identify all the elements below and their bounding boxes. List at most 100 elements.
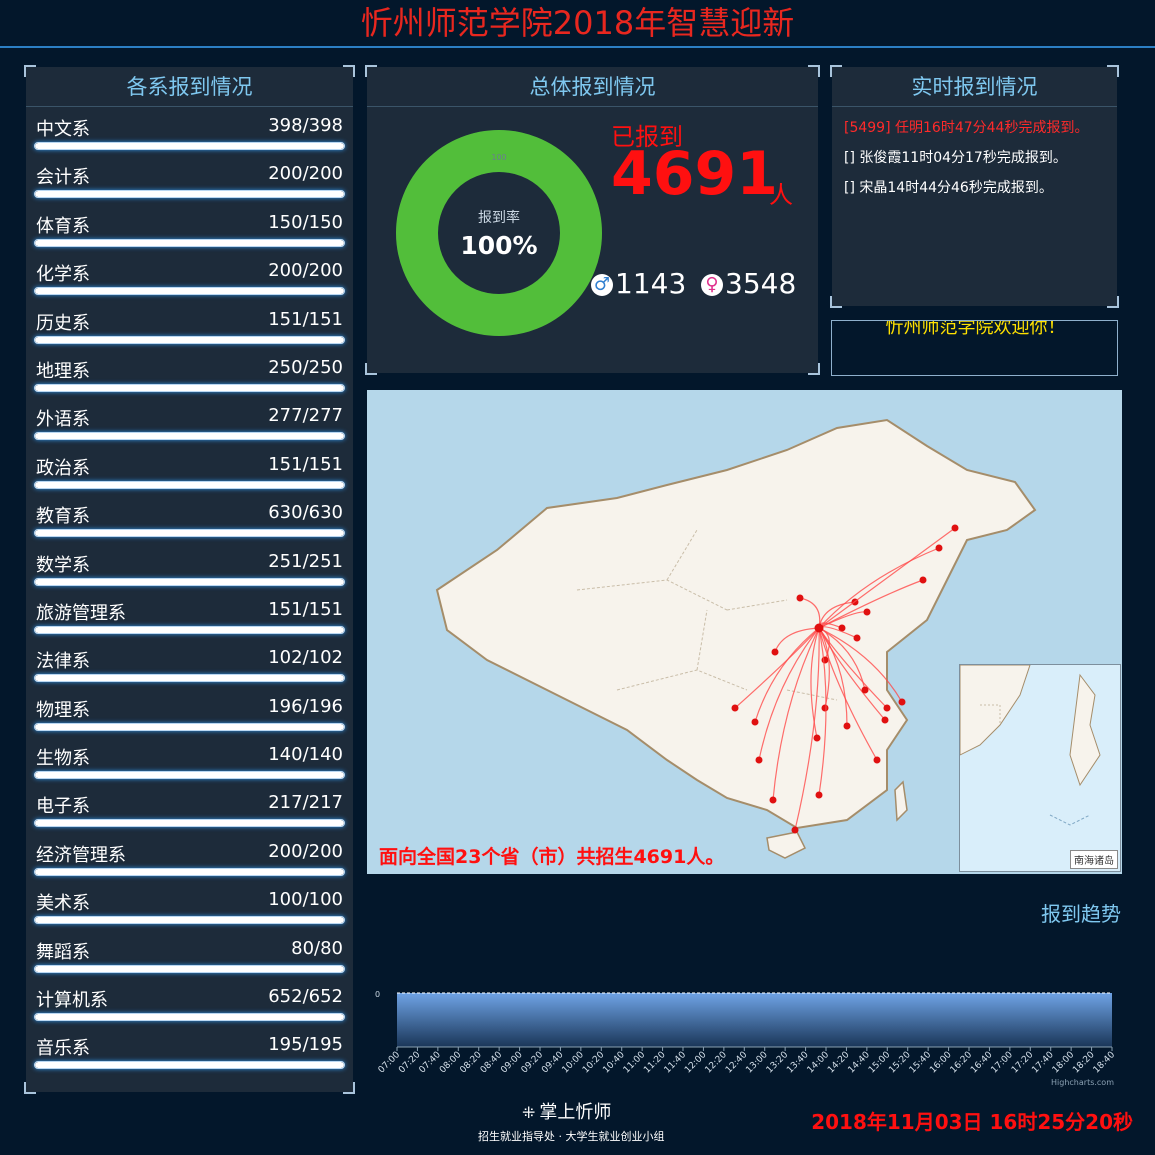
x-tick-label: 08:20 — [458, 1050, 484, 1076]
department-progress-bar — [34, 190, 345, 199]
department-count: 250/250 — [268, 356, 343, 378]
departments-panel: 各系报到情况 中文系 398/398 会计系 200/200 体育系 150/150 化学系… — [24, 65, 355, 1094]
city-marker — [873, 756, 881, 764]
x-tick-label: 15:40 — [908, 1050, 934, 1076]
city-marker — [843, 722, 851, 730]
department-row: 地理系 250/250 — [34, 349, 345, 397]
x-tick-label: 10:40 — [601, 1050, 627, 1076]
donut-value: 100% — [460, 231, 538, 260]
department-row: 教育系 630/630 — [34, 494, 345, 542]
department-name: 舞蹈系 — [36, 941, 90, 963]
x-tick-label: 08:00 — [438, 1050, 464, 1076]
realtime-entry: [] 张俊霞11时04分17秒完成报到。 — [844, 150, 1067, 166]
department-row: 数学系 251/251 — [34, 543, 345, 591]
department-row: 物理系 196/196 — [34, 688, 345, 736]
male-icon: ♂ — [591, 274, 613, 296]
city-marker — [898, 698, 906, 706]
department-progress-bar — [34, 432, 345, 441]
x-tick-label: 07:00 — [377, 1050, 403, 1076]
city-marker — [771, 648, 779, 656]
x-tick-label: 09:40 — [540, 1050, 566, 1076]
department-row: 化学系 200/200 — [34, 252, 345, 300]
department-progress-bar — [34, 529, 345, 538]
inset-label: 南海诸岛 — [1070, 850, 1118, 869]
china-map-panel[interactable]: 南海诸岛 面向全国23个省（市）共招生4691人。 — [367, 390, 1122, 874]
department-name: 化学系 — [36, 264, 90, 286]
department-count: 195/195 — [268, 1034, 343, 1056]
trend-area — [397, 993, 1112, 1047]
department-progress-bar — [34, 916, 345, 925]
department-name: 外语系 — [36, 409, 90, 431]
city-marker — [751, 718, 759, 726]
footer-brand-text: 掌上忻师 — [539, 1102, 612, 1123]
registered-unit: 人 — [769, 181, 793, 209]
x-tick-label: 18:00 — [1051, 1050, 1077, 1076]
city-marker — [883, 704, 891, 712]
department-row: 生物系 140/140 — [34, 736, 345, 784]
department-count: 652/652 — [268, 986, 343, 1008]
department-name: 教育系 — [36, 506, 90, 528]
department-count: 151/151 — [268, 308, 343, 330]
department-count: 200/200 — [268, 840, 343, 862]
realtime-entry: [] 宋晶14时44分46秒完成报到。 — [844, 180, 1053, 196]
department-progress-bar — [34, 142, 345, 150]
department-progress-fill — [35, 772, 344, 779]
realtime-title: 实时报到情况 — [832, 67, 1117, 107]
department-progress-bar — [34, 238, 345, 247]
department-progress-fill — [35, 1062, 344, 1069]
department-count: 200/200 — [268, 163, 343, 185]
department-count: 150/150 — [268, 211, 343, 233]
donut-label: 报到率 — [478, 210, 520, 226]
department-row: 旅游管理系 151/151 — [34, 591, 345, 639]
x-tick-label: 12:00 — [683, 1050, 709, 1076]
registered-count: 4691 — [611, 139, 778, 209]
overall-panel: 总体报到情况 100 报到率 100% 已报到 4691 人 ♂ 1143 ♀ 35… — [365, 65, 820, 375]
department-row: 音乐系 195/195 — [34, 1026, 345, 1074]
x-tick-label: 13:00 — [744, 1050, 770, 1076]
department-progress-fill — [35, 143, 344, 149]
department-name: 中文系 — [36, 119, 90, 140]
department-count: 140/140 — [268, 744, 343, 766]
y-axis-zero-label: 0 — [375, 990, 381, 999]
department-progress-fill — [35, 868, 344, 875]
department-count: 630/630 — [268, 502, 343, 524]
department-row: 中文系 398/398 — [34, 107, 345, 155]
department-count: 196/196 — [268, 695, 343, 717]
city-marker — [791, 826, 799, 834]
department-count: 398/398 — [268, 115, 343, 136]
department-name: 历史系 — [36, 312, 90, 334]
department-row: 会计系 200/200 — [34, 155, 345, 203]
department-progress-fill — [35, 288, 344, 295]
footer-brand[interactable]: ⁜ 掌上忻师 — [522, 1098, 611, 1124]
department-progress-fill — [35, 626, 344, 633]
x-tick-label: 11:40 — [663, 1050, 689, 1076]
city-marker — [935, 544, 943, 552]
departments-title: 各系报到情况 — [26, 67, 353, 107]
highcharts-credit[interactable]: Highcharts.com — [1051, 1078, 1114, 1087]
city-marker — [863, 608, 871, 616]
department-name: 音乐系 — [36, 1038, 90, 1060]
department-name: 计算机系 — [36, 990, 108, 1012]
city-marker — [769, 796, 777, 804]
x-tick-label: 13:20 — [765, 1050, 791, 1076]
city-marker — [821, 656, 829, 664]
department-progress-bar — [34, 383, 345, 392]
welcome-marquee: 忻州师范学院欢迎你！ — [831, 320, 1118, 376]
department-name: 旅游管理系 — [36, 602, 126, 624]
city-marker — [821, 704, 829, 712]
city-marker — [861, 686, 869, 694]
city-marker — [813, 734, 821, 742]
city-marker — [951, 524, 959, 532]
trend-chart[interactable]: 07:00 07:20 07:40 08:00 08:20 08:40 09:00 09:20… — [367, 975, 1122, 1095]
department-progress-bar — [34, 577, 345, 586]
department-progress-bar — [34, 480, 345, 489]
department-count: 200/200 — [268, 260, 343, 282]
department-row: 政治系 151/151 — [34, 446, 345, 494]
department-name: 会计系 — [36, 167, 90, 189]
department-progress-fill — [35, 578, 344, 585]
department-progress-bar — [34, 819, 345, 828]
department-progress-fill — [35, 384, 344, 391]
x-tick-label: 14:20 — [826, 1050, 852, 1076]
x-tick-label: 17:40 — [1030, 1050, 1056, 1076]
department-progress-fill — [35, 1014, 344, 1021]
